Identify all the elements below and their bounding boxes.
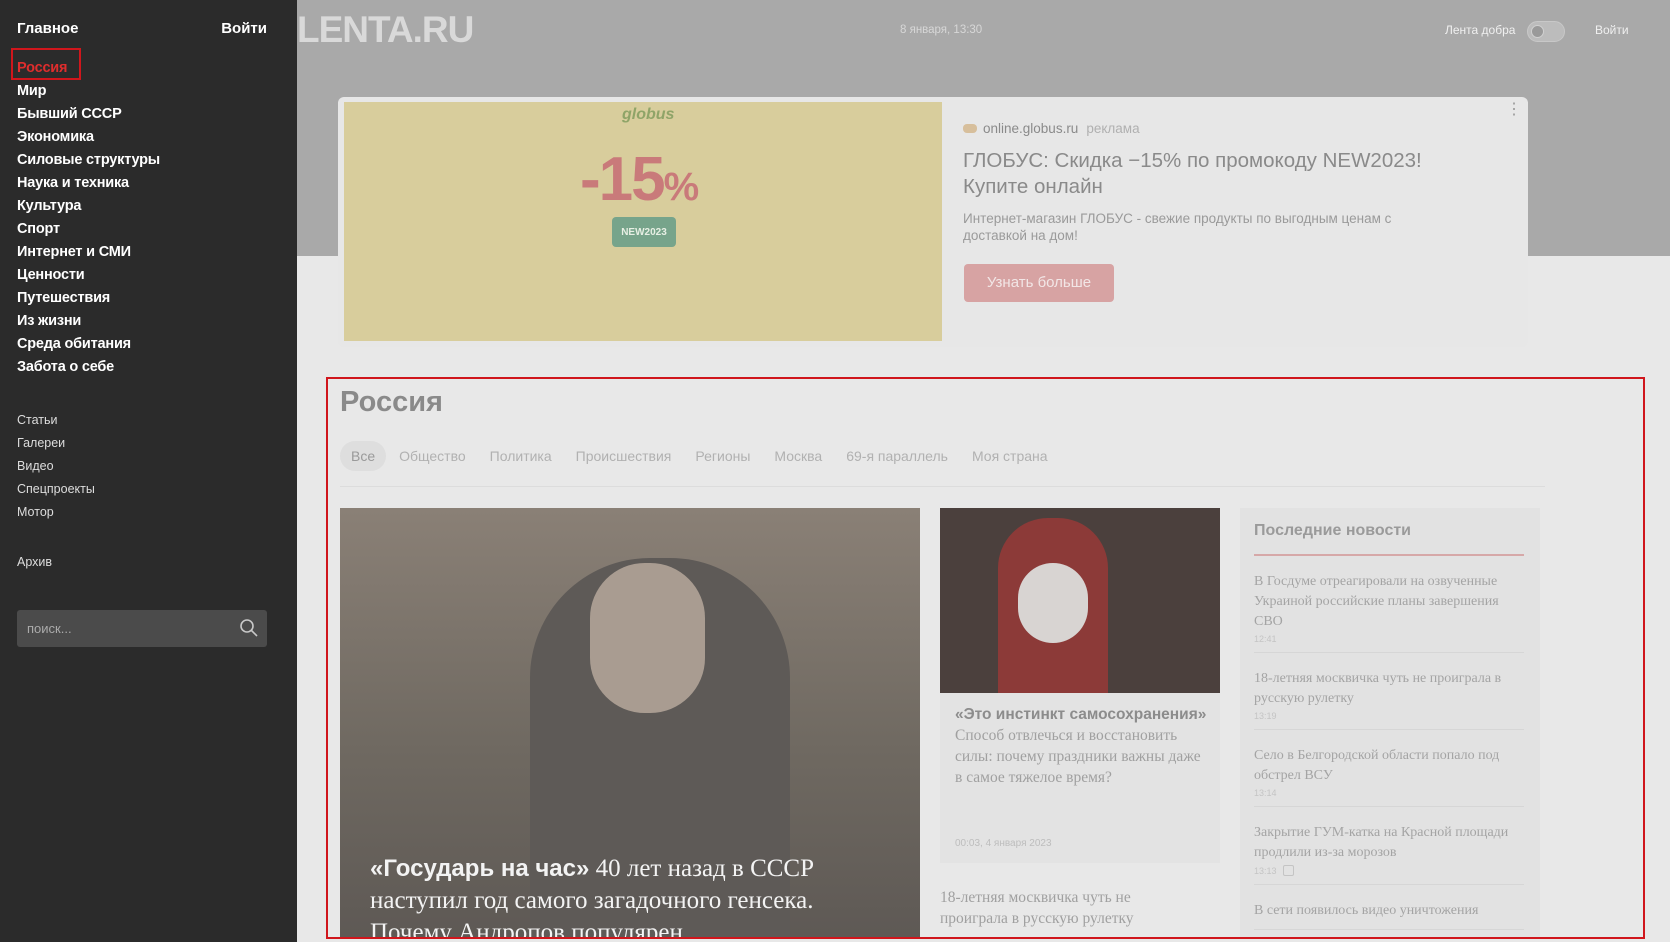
sidebar-item-values[interactable]: Ценности bbox=[17, 264, 160, 287]
news-item-text[interactable]: Закрытие ГУМ-катка на Красной площади пр… bbox=[1254, 823, 1524, 863]
ad-promo-badge: NEW2023 bbox=[612, 217, 676, 247]
ad-brand-logo: globus bbox=[622, 106, 675, 123]
news-item-time-value: 13:13 bbox=[1254, 865, 1277, 876]
ad-source: online.globus.ru реклама bbox=[963, 121, 1140, 136]
russia-section: Россия Все Общество Политика Происшестви… bbox=[326, 377, 1645, 939]
news-item-text[interactable]: 18-летняя москвичка чуть не проиграла в … bbox=[1254, 669, 1524, 709]
sidebar-item-internet-media[interactable]: Интернет и СМИ bbox=[17, 241, 160, 264]
ad-image[interactable]: globus -15% NEW2023 bbox=[344, 102, 942, 341]
news-item-text[interactable]: Село в Белгородской области попало под о… bbox=[1254, 746, 1524, 786]
secondary-news-title-rest: Способ отвлечься и восстановить силы: по… bbox=[955, 727, 1201, 786]
search-box bbox=[17, 610, 267, 647]
tab-all[interactable]: Все bbox=[340, 441, 387, 471]
list-item[interactable]: В Госдуме отреагировали на озвученные Ук… bbox=[1254, 568, 1524, 653]
sidebar: Главное Войти Россия Мир Бывший СССР Эко… bbox=[0, 0, 297, 942]
sidebar-item-video[interactable]: Видео bbox=[17, 455, 95, 478]
sidebar-item-galleries[interactable]: Галереи bbox=[17, 432, 95, 455]
list-item[interactable]: 18-летняя москвичка чуть не проиграла в … bbox=[1254, 665, 1524, 730]
secondary-news-date: 00:03, 4 января 2023 bbox=[955, 838, 1052, 849]
tab-my-country[interactable]: Моя страна bbox=[961, 441, 1059, 471]
sidebar-item-archive[interactable]: Архив bbox=[17, 555, 52, 569]
main-news-image-face bbox=[590, 563, 705, 713]
search-input[interactable] bbox=[17, 610, 237, 647]
sidebar-item-sport[interactable]: Спорт bbox=[17, 218, 160, 241]
secondary-news-title[interactable]: «Это инстинкт самосохранения» Способ отв… bbox=[955, 704, 1210, 788]
tab-regions[interactable]: Регионы bbox=[684, 441, 761, 471]
ad-label: реклама bbox=[1086, 121, 1140, 136]
section-tabs: Все Общество Политика Происшествия Регио… bbox=[340, 441, 1061, 471]
ad-discount-sign: % bbox=[663, 165, 700, 209]
news-item-time-value: 13:19 bbox=[1254, 711, 1277, 721]
news-item-time-value: 13:14 bbox=[1254, 788, 1277, 798]
secondary-news-title-bold: «Это инстинкт самосохранения» bbox=[955, 706, 1207, 723]
secondary-news-card[interactable]: «Это инстинкт самосохранения» Способ отв… bbox=[940, 508, 1220, 863]
sidebar-main-link[interactable]: Главное bbox=[17, 20, 78, 37]
secondary-news-image bbox=[940, 508, 1220, 693]
sidebar-item-motor[interactable]: Мотор bbox=[17, 501, 95, 524]
news-item-time: 12:41 bbox=[1254, 634, 1524, 644]
main-news-card[interactable]: «Государь на час» 40 лет назад в СССР на… bbox=[340, 508, 920, 937]
sidebar-item-economy[interactable]: Экономика bbox=[17, 126, 160, 149]
photo-icon bbox=[1282, 865, 1294, 876]
news-item-text[interactable]: В сети появилось видео уничтожения bbox=[1254, 901, 1524, 921]
section-title: Россия bbox=[340, 386, 443, 418]
more-vertical-icon[interactable]: ⋮ bbox=[1506, 102, 1522, 118]
sidebar-subnav: Статьи Галереи Видео Спецпроекты Мотор bbox=[17, 409, 95, 524]
sidebar-login-link[interactable]: Войти bbox=[221, 20, 267, 37]
sidebar-item-environment[interactable]: Среда обитания bbox=[17, 333, 160, 356]
news-item-time-value: 12:41 bbox=[1254, 634, 1277, 644]
header-date: 8 января, 13:30 bbox=[900, 24, 983, 36]
sidebar-item-special[interactable]: Спецпроекты bbox=[17, 478, 95, 501]
search-icon[interactable] bbox=[239, 618, 259, 638]
list-item[interactable]: Закрытие ГУМ-катка на Красной площади пр… bbox=[1254, 819, 1524, 885]
globus-icon bbox=[963, 124, 977, 133]
sidebar-item-world[interactable]: Мир bbox=[17, 80, 160, 103]
news-item-time: 13:19 bbox=[1254, 711, 1524, 721]
news-item-time: 13:14 bbox=[1254, 788, 1524, 798]
ad-title[interactable]: ГЛОБУС: Скидка −15% по промокоду NEW2023… bbox=[963, 148, 1483, 200]
news-item-time: 13:13 bbox=[1254, 865, 1524, 876]
ad-source-domain[interactable]: online.globus.ru bbox=[983, 121, 1078, 136]
ad-banner[interactable]: globus -15% NEW2023 online.globus.ru рек… bbox=[338, 97, 1528, 347]
secondary-news-link[interactable]: 18-летняя москвичка чуть не проиграла в … bbox=[940, 887, 1195, 929]
ad-discount-value: -15 bbox=[580, 145, 666, 214]
sidebar-item-former-ussr[interactable]: Бывший СССР bbox=[17, 103, 160, 126]
logo[interactable]: LENTA.RU bbox=[297, 9, 474, 51]
news-item-text[interactable]: В Госдуме отреагировали на озвученные Ук… bbox=[1254, 572, 1524, 632]
tab-society[interactable]: Общество bbox=[388, 441, 477, 471]
tab-politics[interactable]: Политика bbox=[479, 441, 563, 471]
lenta-dobra-label: Лента добра bbox=[1445, 23, 1516, 37]
sidebar-item-culture[interactable]: Культура bbox=[17, 195, 160, 218]
sidebar-item-self-care[interactable]: Забота о себе bbox=[17, 356, 160, 379]
sidebar-item-life[interactable]: Из жизни bbox=[17, 310, 160, 333]
latest-news-panel: Последние новости В Госдуме отреагировал… bbox=[1240, 508, 1540, 937]
sidebar-item-articles[interactable]: Статьи bbox=[17, 409, 95, 432]
sidebar-item-security[interactable]: Силовые структуры bbox=[17, 149, 160, 172]
list-item[interactable]: Село в Белгородской области попало под о… bbox=[1254, 742, 1524, 807]
header-login-link[interactable]: Войти bbox=[1595, 23, 1629, 37]
ad-learn-more-button[interactable]: Узнать больше bbox=[964, 264, 1114, 302]
main-news-title-bold: «Государь на час» bbox=[370, 855, 590, 882]
latest-news-underline bbox=[1254, 554, 1524, 556]
tabs-divider bbox=[340, 486, 1545, 487]
lenta-dobra-toggle[interactable] bbox=[1527, 21, 1565, 42]
sidebar-item-science[interactable]: Наука и техника bbox=[17, 172, 160, 195]
main-news-title[interactable]: «Государь на час» 40 лет назад в СССР на… bbox=[370, 853, 890, 937]
tab-incidents[interactable]: Происшествия bbox=[565, 441, 683, 471]
secondary-news-image-beard bbox=[1018, 563, 1088, 643]
sidebar-top: Главное Войти bbox=[17, 20, 267, 37]
list-item[interactable]: В сети появилось видео уничтожения bbox=[1254, 897, 1524, 930]
ad-text: Интернет-магазин ГЛОБУС - свежие продукт… bbox=[963, 211, 1392, 243]
sidebar-item-travel[interactable]: Путешествия bbox=[17, 287, 160, 310]
latest-news-list: В Госдуме отреагировали на озвученные Ук… bbox=[1254, 568, 1524, 937]
sidebar-nav: Россия Мир Бывший СССР Экономика Силовые… bbox=[17, 57, 160, 379]
latest-news-title: Последние новости bbox=[1254, 522, 1412, 539]
ad-discount: -15% bbox=[580, 144, 700, 215]
tab-moscow[interactable]: Москва bbox=[763, 441, 833, 471]
active-item-highlight bbox=[11, 48, 81, 80]
tab-69-parallel[interactable]: 69-я параллель bbox=[835, 441, 959, 471]
